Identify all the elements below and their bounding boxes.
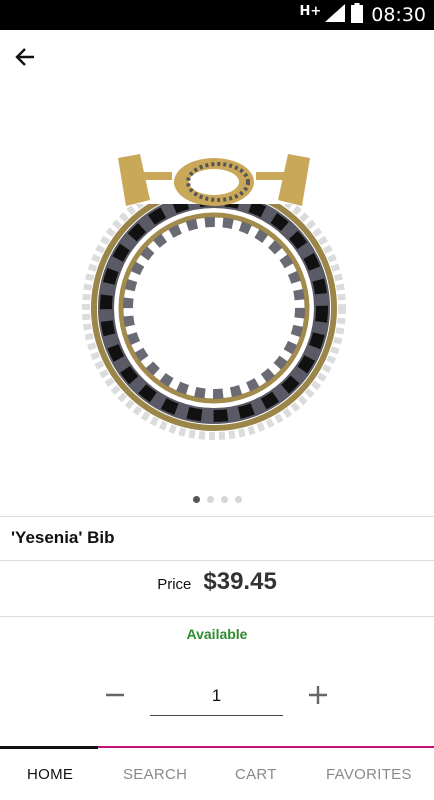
price-row: Price $39.45	[0, 568, 434, 596]
active-tab-indicator	[0, 746, 98, 749]
divider	[0, 516, 434, 517]
carousel-dot[interactable]	[192, 496, 200, 503]
carousel-dot[interactable]	[234, 496, 242, 503]
tab-search[interactable]: SEARCH	[123, 766, 187, 783]
image-carousel-dots	[0, 496, 434, 503]
back-button[interactable]	[10, 42, 40, 72]
battery-icon	[351, 3, 364, 27]
network-type: H+	[299, 3, 322, 19]
tab-cart[interactable]: CART	[235, 766, 277, 783]
status-time: 08:30	[371, 4, 426, 26]
plus-icon	[309, 686, 327, 704]
divider	[0, 616, 434, 617]
divider	[0, 560, 434, 561]
status-bar: H+ 08:30	[0, 0, 434, 30]
back-arrow-icon	[15, 48, 34, 66]
carousel-dot[interactable]	[220, 496, 228, 503]
increase-quantity-button[interactable]	[303, 680, 333, 710]
bottom-tab-bar: HOME SEARCH CART FAVORITES	[0, 746, 434, 800]
carousel-dot[interactable]	[206, 496, 214, 503]
decrease-quantity-button[interactable]	[100, 680, 130, 710]
signal-icon	[325, 4, 346, 26]
product-name: 'Yesenia' Bib	[11, 528, 115, 547]
necklace-image[interactable]	[0, 120, 434, 480]
price-value: $39.45	[203, 568, 277, 595]
price-label: Price	[157, 576, 192, 593]
minus-icon	[106, 693, 124, 697]
availability-status: Available	[186, 626, 248, 642]
tab-home[interactable]: HOME	[27, 766, 73, 783]
quantity-input[interactable]	[150, 676, 283, 716]
tab-favorites[interactable]: FAVORITES	[326, 766, 412, 783]
